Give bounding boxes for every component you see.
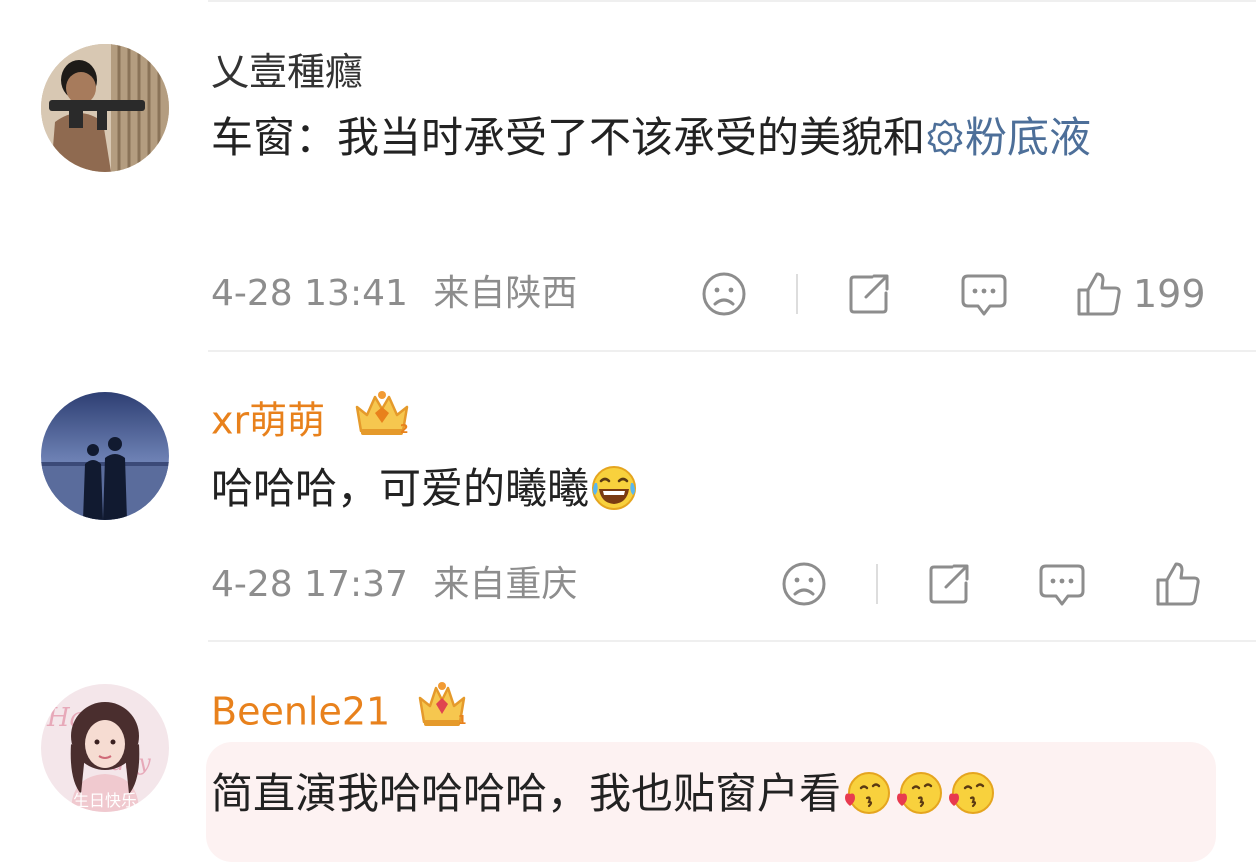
comment-text: 哈哈哈，可爱的曦曦 (211, 457, 1221, 521)
comment-text-main: 哈哈哈，可爱的曦曦 (211, 464, 590, 513)
top-divider (208, 0, 1256, 2)
share-button[interactable] (846, 271, 892, 317)
kiss-emoji-icon (845, 771, 891, 814)
comment-meta: 4-28 13:41 来自陕西 (211, 272, 577, 316)
avatar[interactable]: Hay day 生日快乐 (41, 684, 169, 812)
username[interactable]: Beenle21 1 (211, 682, 468, 744)
product-gear-icon (927, 119, 963, 155)
reply-button[interactable] (960, 272, 1008, 318)
comment-meta: 4-28 17:37 来自重庆 (211, 563, 577, 607)
product-link[interactable]: 粉底液 (925, 113, 1091, 162)
share-icon (849, 274, 889, 314)
dislike-button[interactable] (701, 271, 747, 317)
like-button[interactable]: 199 (1075, 270, 1206, 318)
vip-crown-badge: 1 (416, 680, 468, 740)
dislike-button[interactable] (781, 561, 827, 607)
comment-text-main: 简直演我哈哈哈哈，我也贴窗户看 (211, 769, 842, 818)
comment-date: 4-28 13:41 (211, 273, 408, 314)
badge-level: 1 (458, 713, 466, 727)
avatar[interactable] (41, 44, 169, 172)
like-button[interactable] (1154, 560, 1202, 608)
comment-divider (208, 350, 1256, 352)
username-text: xr萌萌 (211, 398, 326, 443)
comment-bubble-icon (1039, 564, 1085, 606)
avatar-caption: 生日快乐 (73, 791, 137, 810)
username[interactable]: xr萌萌 2 (211, 391, 413, 453)
comment-bubble-icon (961, 274, 1007, 316)
thumbs-up-icon (1077, 272, 1121, 316)
couple-silhouette-avatar-icon (41, 392, 169, 520)
girl-birthday-avatar-icon: Hay day 生日快乐 (41, 684, 169, 812)
comment-text: 车窗：我当时承受了不该承受的美貌和 粉底液 (211, 106, 1221, 170)
frown-face-icon (782, 562, 826, 606)
action-separator (876, 564, 878, 604)
comment-location: 来自重庆 (433, 564, 578, 605)
thumbs-up-icon (1156, 562, 1200, 606)
kiss-emoji-icon (897, 771, 943, 814)
comment-divider (208, 640, 1256, 642)
comment-text-main: 车窗：我当时承受了不该承受的美貌和 (211, 113, 926, 162)
vip-crown-icon: 2 (355, 391, 409, 436)
username[interactable]: 乂壹種癮 (211, 49, 363, 95)
share-icon (929, 564, 969, 604)
vip-crown-badge: 2 (351, 389, 413, 449)
kiss-emoji-icon (949, 771, 995, 814)
frown-face-icon (702, 272, 746, 316)
username-text: Beenle21 (211, 689, 391, 734)
action-separator (796, 274, 798, 314)
badge-level: 2 (400, 422, 408, 436)
vip-crown-icon: 1 (419, 682, 467, 727)
like-count: 199 (1133, 272, 1206, 316)
gun-soldier-avatar-icon (41, 44, 169, 172)
comment-location: 来自陕西 (433, 273, 578, 314)
reply-button[interactable] (1038, 562, 1086, 608)
avatar[interactable] (41, 392, 169, 520)
laugh-cry-emoji-icon (592, 465, 637, 510)
comment-text: 简直演我哈哈哈哈，我也贴窗户看 (211, 762, 1221, 826)
share-button[interactable] (926, 561, 972, 607)
comment-date: 4-28 17:37 (211, 564, 408, 605)
product-link-text: 粉底液 (965, 113, 1092, 162)
